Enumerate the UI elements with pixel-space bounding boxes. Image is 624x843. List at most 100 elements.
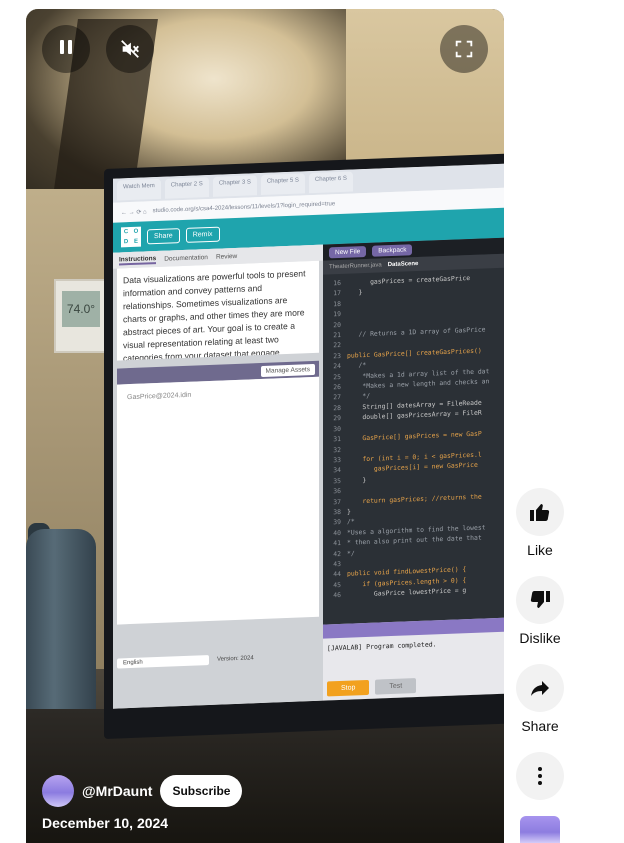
post-date: December 10, 2024 (42, 815, 169, 831)
line-number: 44 (333, 570, 341, 579)
more-button[interactable] (516, 752, 564, 800)
language-select: English (117, 655, 209, 669)
audio-thumbnail[interactable] (520, 816, 560, 843)
line-number: 36 (333, 487, 341, 496)
pause-button[interactable] (42, 25, 90, 73)
line-number: 19 (333, 310, 341, 319)
url-text: studio.code.org/s/csa4-2024/lessons/11/l… (152, 201, 336, 215)
video-player[interactable]: 74.0° Watch Mem Chapter 2 S Chapter 3 S … (26, 9, 504, 843)
browser-tab: Chapter 3 S (212, 175, 257, 197)
monitor-screen: Watch Mem Chapter 2 S Chapter 3 S Chapte… (113, 162, 504, 709)
code-lines: 16 gasPrices = createGasPrice 17 } 18 19 20 2… (323, 267, 504, 605)
line-text: */ (347, 392, 371, 402)
line-number: 42 (333, 549, 341, 558)
mute-button[interactable] (106, 25, 154, 73)
line-number: 41 (333, 539, 341, 548)
workspace: Instructions Documentation Review Data v… (113, 236, 504, 709)
more-action[interactable] (516, 752, 564, 800)
dislike-label: Dislike (519, 630, 561, 646)
line-number: 23 (333, 351, 341, 361)
line-number: 43 (333, 559, 341, 569)
thermostat-reading: 74.0° (62, 291, 100, 327)
line-number: 38 (333, 507, 341, 517)
channel-avatar[interactable] (42, 775, 74, 807)
dislike-button[interactable] (516, 576, 564, 624)
channel-row: @MrDaunt Subscribe (42, 775, 243, 807)
new-file-button: New File (329, 245, 367, 258)
channel-name[interactable]: @MrDaunt (82, 783, 152, 799)
line-text: } (347, 288, 363, 298)
file-tab-active: DataScene (387, 260, 419, 269)
more-vertical-icon (538, 767, 542, 785)
line-number: 45 (333, 580, 341, 590)
code-editor: New File Backpack TheaterRunner.java Dat… (323, 236, 504, 701)
fullscreen-button[interactable] (440, 25, 488, 73)
monitor: Watch Mem Chapter 2 S Chapter 3 S Chapte… (104, 152, 504, 740)
version-label: Version: 2024 (217, 655, 254, 663)
instruction-text: Data visualizations are powerful tools t… (117, 260, 319, 361)
line-number: 31 (333, 435, 341, 444)
browser-tab: Watch Mem (117, 178, 161, 201)
nav-arrows-icon: ← → ⟳ ⌂ (121, 208, 147, 216)
line-number: 28 (333, 403, 341, 413)
line-number: 30 (333, 424, 341, 433)
dislike-action[interactable]: Dislike (516, 576, 564, 646)
line-number: 37 (333, 497, 341, 506)
line-number: 46 (333, 591, 341, 600)
manage-assets-button: Manage Assets (260, 363, 315, 377)
line-number: 26 (333, 383, 341, 392)
instructions-column: Instructions Documentation Review Data v… (113, 244, 323, 709)
line-number: 27 (333, 393, 341, 402)
line-number: 32 (333, 445, 341, 454)
share-button[interactable] (516, 664, 564, 712)
line-text: } (347, 475, 367, 485)
backpack-button: Backpack (372, 243, 413, 257)
tab-instructions: Instructions (119, 254, 157, 265)
thumbs-up-icon (530, 504, 550, 521)
subscribe-button[interactable]: Subscribe (160, 775, 243, 807)
codeorg-logo-icon: CODE (121, 226, 141, 248)
thumbs-down-icon (530, 591, 550, 608)
line-number: 40 (333, 528, 341, 538)
share-action[interactable]: Share (516, 664, 564, 734)
test-button: Test (375, 678, 417, 695)
share-project-button: Share (147, 227, 180, 244)
line-number: 17 (333, 289, 341, 298)
line-number: 29 (333, 414, 341, 423)
line-number: 39 (333, 518, 341, 527)
like-action[interactable]: Like (516, 488, 564, 558)
tab-review: Review (215, 252, 238, 261)
line-text: /* (347, 517, 355, 527)
line-number: 20 (333, 320, 341, 329)
console-panel: [JAVALAB] Program completed. Stop Test (323, 616, 504, 701)
file-tab: TheaterRunner.java (329, 262, 382, 271)
like-button[interactable] (516, 488, 564, 536)
tab-documentation: Documentation (164, 253, 208, 263)
browser-tab: Chapter 5 S (260, 173, 305, 196)
stop-button: Stop (327, 679, 370, 697)
line-text: } (347, 507, 351, 516)
line-number: 33 (333, 455, 341, 465)
browser-tab: Chapter 6 S (308, 171, 353, 194)
volume-muted-icon (121, 40, 139, 58)
share-label: Share (521, 718, 559, 734)
run-controls: Stop Test (327, 678, 417, 697)
browser-tab: Chapter 2 S (164, 177, 209, 199)
fullscreen-icon (455, 40, 473, 58)
line-number: 35 (333, 476, 341, 485)
footer-controls: English Version: 2024 (117, 653, 254, 669)
line-number: 21 (333, 330, 341, 340)
assets-panel: GasPrice@2024.idin (117, 376, 319, 625)
line-number: 25 (333, 372, 341, 381)
like-label: Like (527, 542, 553, 558)
thermostat: 74.0° (54, 279, 110, 353)
line-number: 24 (333, 362, 341, 371)
asset-file: GasPrice@2024.idin (127, 391, 192, 402)
pause-icon (58, 39, 74, 59)
line-number: 16 (333, 278, 341, 288)
line-number: 22 (333, 341, 341, 350)
line-text: GasPrice lowestPrice = g (347, 586, 467, 599)
line-number: 34 (333, 466, 341, 475)
line-text: */ (347, 548, 355, 558)
line-text: /* (347, 361, 367, 370)
